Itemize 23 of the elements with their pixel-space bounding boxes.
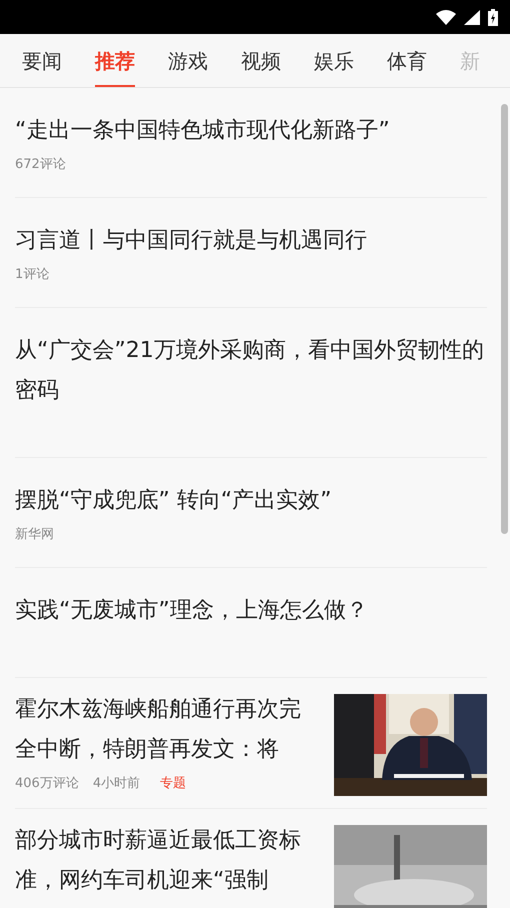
category-tab[interactable]: 游戏	[168, 34, 208, 87]
article-title[interactable]: 从“广交会”21万境外采购商，看中国外贸韧性的密码	[15, 331, 487, 411]
signal-icon	[464, 10, 480, 24]
category-tab[interactable]: 推荐	[95, 34, 135, 87]
topic-tag: 专题	[160, 774, 186, 794]
article-meta: 新华网	[15, 526, 54, 544]
battery-icon	[488, 8, 498, 26]
article-title[interactable]: 实践“无废城市”理念，上海怎么做？	[15, 591, 487, 631]
article-title[interactable]: 摆脱“守成兜底” 转向“产出实效”	[15, 481, 487, 521]
article-title[interactable]: 霍尔木兹海峡船舶通行再次完全中断，特朗普再发文：将	[15, 690, 320, 770]
article-title[interactable]: 习言道丨与中国同行就是与机遇同行	[15, 221, 487, 261]
article-meta: 4小时前	[92, 775, 140, 794]
category-tab[interactable]: 要闻	[22, 34, 62, 87]
article-meta: 672评论	[15, 156, 66, 174]
article-meta: 1评论	[15, 266, 50, 284]
category-tab[interactable]: 体育	[387, 34, 427, 87]
article-title[interactable]: 部分城市时薪逼近最低工资标准，网约车司机迎来“强制	[15, 821, 320, 901]
article-meta: 406万评论	[15, 775, 79, 794]
wifi-icon	[436, 10, 456, 24]
article-title[interactable]: “走出一条中国特色城市现代化新路子”	[15, 111, 487, 151]
category-tab[interactable]: 娱乐	[314, 34, 354, 87]
category-tab[interactable]: 视频	[241, 34, 281, 87]
scrollbar[interactable]	[501, 104, 508, 534]
